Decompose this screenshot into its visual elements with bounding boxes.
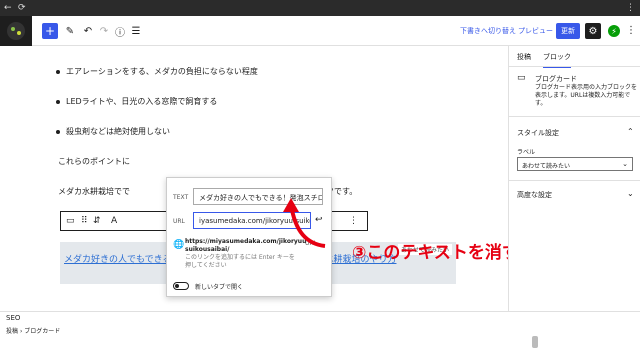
settings-gear-icon[interactable]: ⚙ <box>585 23 601 39</box>
browser-bar: ← ⟳ ⋮ <box>0 0 640 16</box>
list-item[interactable]: LEDライトや、日光の入る窓際で飼育する <box>55 96 217 107</box>
tab-post[interactable]: 投稿 <box>517 52 531 62</box>
align-icon[interactable]: A <box>111 216 117 226</box>
text-label: TEXT <box>173 194 189 201</box>
advanced-settings-heading[interactable]: 高度な設定 <box>517 190 552 200</box>
new-tab-toggle[interactable] <box>173 282 189 290</box>
chevron-down-icon[interactable]: ⌄ <box>627 189 634 198</box>
scrollbar[interactable] <box>532 336 538 348</box>
style-settings-heading[interactable]: スタイル設定 <box>517 128 559 138</box>
menu-dots-icon[interactable]: ⋮ <box>626 2 635 14</box>
undo-icon[interactable]: ↶ <box>80 23 96 39</box>
preview-button[interactable]: プレビュー <box>518 26 553 36</box>
redo-icon[interactable]: ↷ <box>96 23 112 39</box>
divider <box>509 116 640 117</box>
label-select-value: あわせて読みたい <box>522 163 571 170</box>
pen-icon[interactable]: ✎ <box>62 23 78 39</box>
switch-to-draft-button[interactable]: 下書きへ切り替え <box>460 26 516 36</box>
divider <box>509 180 640 181</box>
breadcrumb: 投稿 › ブログカード <box>6 326 60 335</box>
site-logo[interactable] <box>0 16 32 46</box>
paragraph[interactable]: メダカ水耕栽培でで <box>58 186 130 197</box>
more-options-icon[interactable]: ⋮ <box>349 216 358 226</box>
block-title: ブログカード <box>535 75 577 83</box>
block-description: ブログカード表示用の入力ブロックを表示します。URLは複数入力可能です。 <box>535 84 638 107</box>
chevron-down-icon: ⌄ <box>622 160 628 168</box>
update-button[interactable]: 更新 <box>556 23 580 39</box>
breadcrumb-item[interactable]: ブログカード <box>24 328 60 335</box>
label-caption: ラベル <box>517 149 536 156</box>
breadcrumb-item[interactable]: 投稿 <box>6 328 18 335</box>
drag-handle-icon[interactable]: ⠿ <box>81 216 88 226</box>
divider <box>509 66 640 67</box>
seo-panel-toggle[interactable]: SEO <box>6 314 20 322</box>
block-type-icon[interactable]: ▭ <box>66 216 75 226</box>
editor-toolbar: + ✎ ↶ ↷ ⓘ ☰ 下書きへ切り替え プレビュー 更新 ⚙ ⚡ ⋮ <box>32 16 640 46</box>
globe-icon: 🌐 <box>173 240 185 250</box>
annotation-text: ③このテキストを消す <box>352 243 519 263</box>
list-item[interactable]: 殺虫剤などは絶対使用しない <box>56 126 170 137</box>
move-arrows-icon[interactable]: ⇵ <box>93 216 101 226</box>
editor-canvas: エアレーションをする、メダカの負担にならない程度 LEDライトや、日光の入る窓際… <box>32 46 538 348</box>
label-select[interactable]: あわせて読みたい ⌄ <box>517 157 633 171</box>
list-view-icon[interactable]: ☰ <box>128 23 144 39</box>
paragraph[interactable]: これらのポイントに <box>58 156 130 167</box>
annotation-arrow <box>283 198 326 248</box>
url-label: URL <box>173 218 185 225</box>
list-item[interactable]: エアレーションをする、メダカの負担にならない程度 <box>56 66 258 77</box>
settings-sidebar: 投稿 ブロック ▭ ブログカード ブログカード表示用の入力ブロックを表示します。… <box>508 46 640 311</box>
chevron-up-icon[interactable]: ⌃ <box>627 127 634 136</box>
add-block-button[interactable]: + <box>42 23 58 39</box>
info-icon[interactable]: ⓘ <box>112 23 128 39</box>
reload-icon[interactable]: ⟳ <box>18 2 26 14</box>
block-card-icon: ▭ <box>517 73 526 83</box>
new-tab-label: 新しいタブで開く <box>195 284 244 291</box>
more-options-icon[interactable]: ⋮ <box>626 25 636 36</box>
editor-footer: SEO 投稿 › ブログカード <box>0 311 640 335</box>
suggestion-hint: このリンクを追加するには Enter キーを押してください <box>185 254 295 269</box>
back-icon[interactable]: ← <box>4 2 12 14</box>
jetpack-icon[interactable]: ⚡ <box>608 25 620 37</box>
